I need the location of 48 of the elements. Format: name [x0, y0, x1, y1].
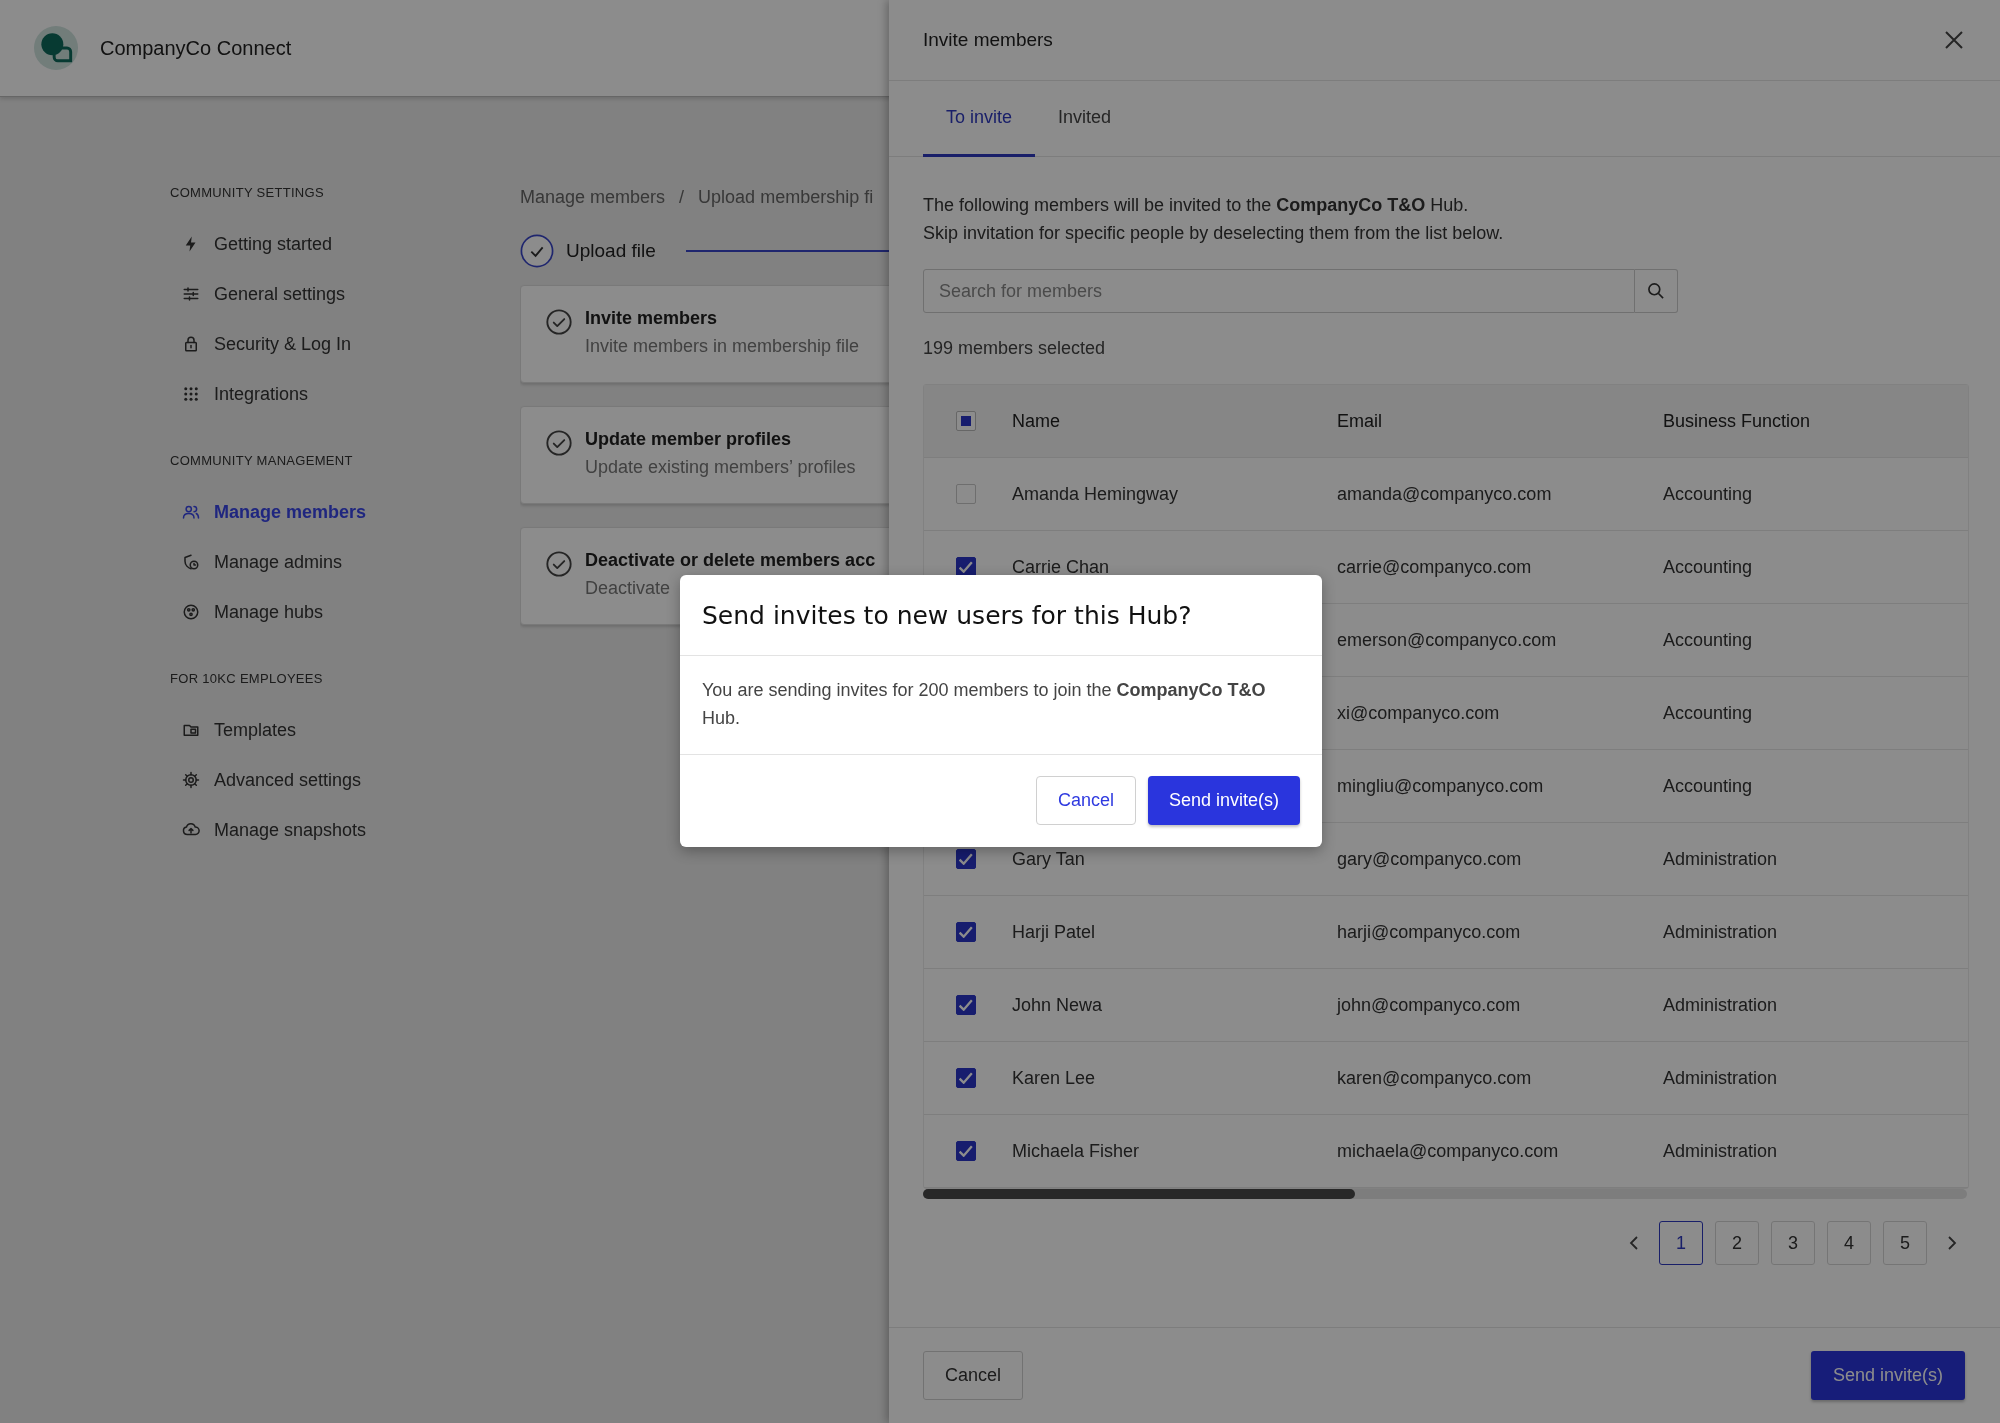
- table-cell: Administration: [1663, 1067, 1778, 1089]
- section-heading: COMMUNITY SETTINGS: [170, 184, 325, 202]
- table-cell: Accounting: [1663, 483, 1753, 505]
- table-cell: Amanda Hemingway: [1012, 483, 1179, 505]
- table-cell: Michaela Fisher: [1012, 1140, 1140, 1162]
- breadcrumb-separator: /: [679, 186, 685, 208]
- table-cell: Accounting: [1663, 775, 1753, 797]
- dialog-title: Send invites to new users for this Hub?: [680, 575, 1322, 656]
- step-title: Deactivate or delete members acc: [585, 550, 876, 572]
- table-cell: karen@companyco.com: [1337, 1067, 1532, 1089]
- step-title: Invite members: [585, 308, 719, 330]
- table-cell: Karen Lee: [1012, 1067, 1096, 1089]
- step-label: Upload file: [566, 240, 656, 262]
- table-cell: Accounting: [1663, 556, 1753, 578]
- table-cell: Harji Patel: [1012, 921, 1096, 943]
- table-cell: Gary Tan: [1012, 848, 1085, 870]
- table-cell: john@companyco.com: [1337, 994, 1521, 1016]
- table-cell: amanda@companyco.com: [1337, 483, 1552, 505]
- table-cell: emerson@companyco.com: [1337, 629, 1557, 651]
- table-cell: mingliu@companyco.com: [1337, 775, 1544, 797]
- step-description: Deactivate: [585, 578, 672, 599]
- table-cell: Administration: [1663, 1140, 1778, 1162]
- intro-text: Skip invitation for specific people by deselecting them from the list below.: [923, 222, 1505, 245]
- section-heading: FOR 10KC EMPLOYEES: [170, 670, 324, 688]
- section-heading: COMMUNITY MANAGEMENT: [170, 452, 354, 470]
- table-cell: Carrie Chan: [1012, 556, 1110, 578]
- column-header: Email: [1337, 410, 1382, 432]
- table-cell: John Newa: [1012, 994, 1103, 1016]
- table-cell: Administration: [1663, 921, 1778, 943]
- step-title: Update member profiles: [585, 429, 793, 451]
- table-cell: harji@companyco.com: [1337, 921, 1521, 943]
- step-description: Invite members in membership file: [585, 336, 860, 357]
- table-cell: michaela@companyco.com: [1337, 1140, 1559, 1162]
- table-cell: Administration: [1663, 848, 1778, 870]
- table-cell: Accounting: [1663, 702, 1753, 724]
- column-header: Name: [1012, 410, 1060, 432]
- intro-text: The following members will be invited to the CompanyCo T&O Hub.: [923, 194, 1470, 217]
- app-title: CompanyCo Connect: [100, 36, 292, 60]
- table-cell: gary@companyco.com: [1337, 848, 1522, 870]
- dialog-message: You are sending invites for 200 members to join the CompanyCo T&O Hub.: [701, 679, 1267, 730]
- table-cell: Accounting: [1663, 629, 1753, 651]
- table-cell: Administration: [1663, 994, 1778, 1016]
- table-cell: xi@companyco.com: [1337, 702, 1500, 724]
- column-header: Business Function: [1663, 410, 1811, 432]
- step-description: Update existing members’ profiles: [585, 457, 856, 478]
- table-cell: carrie@companyco.com: [1337, 556, 1532, 578]
- drawer-title: Invite members: [923, 29, 1053, 51]
- selection-count: 199 members selected: [923, 337, 1107, 360]
